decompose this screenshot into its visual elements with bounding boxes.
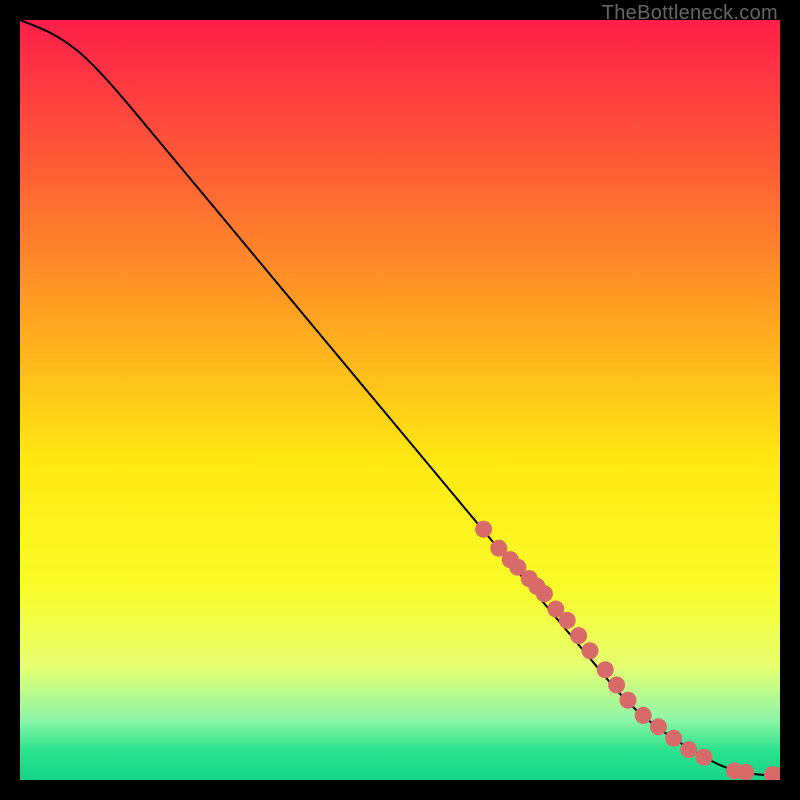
data-marker bbox=[570, 627, 587, 644]
data-marker bbox=[665, 730, 682, 747]
data-marker bbox=[559, 612, 576, 629]
data-marker bbox=[650, 718, 667, 735]
data-marker bbox=[582, 642, 599, 659]
data-marker bbox=[620, 692, 637, 709]
data-marker bbox=[635, 707, 652, 724]
data-marker bbox=[536, 585, 553, 602]
gradient-background bbox=[20, 20, 780, 780]
data-marker bbox=[608, 677, 625, 694]
chart-svg bbox=[20, 20, 780, 780]
data-marker bbox=[680, 741, 697, 758]
data-marker bbox=[696, 749, 713, 766]
data-marker bbox=[597, 661, 614, 678]
chart-frame bbox=[20, 20, 780, 780]
watermark-text: TheBottleneck.com bbox=[602, 2, 778, 25]
data-marker bbox=[475, 521, 492, 538]
